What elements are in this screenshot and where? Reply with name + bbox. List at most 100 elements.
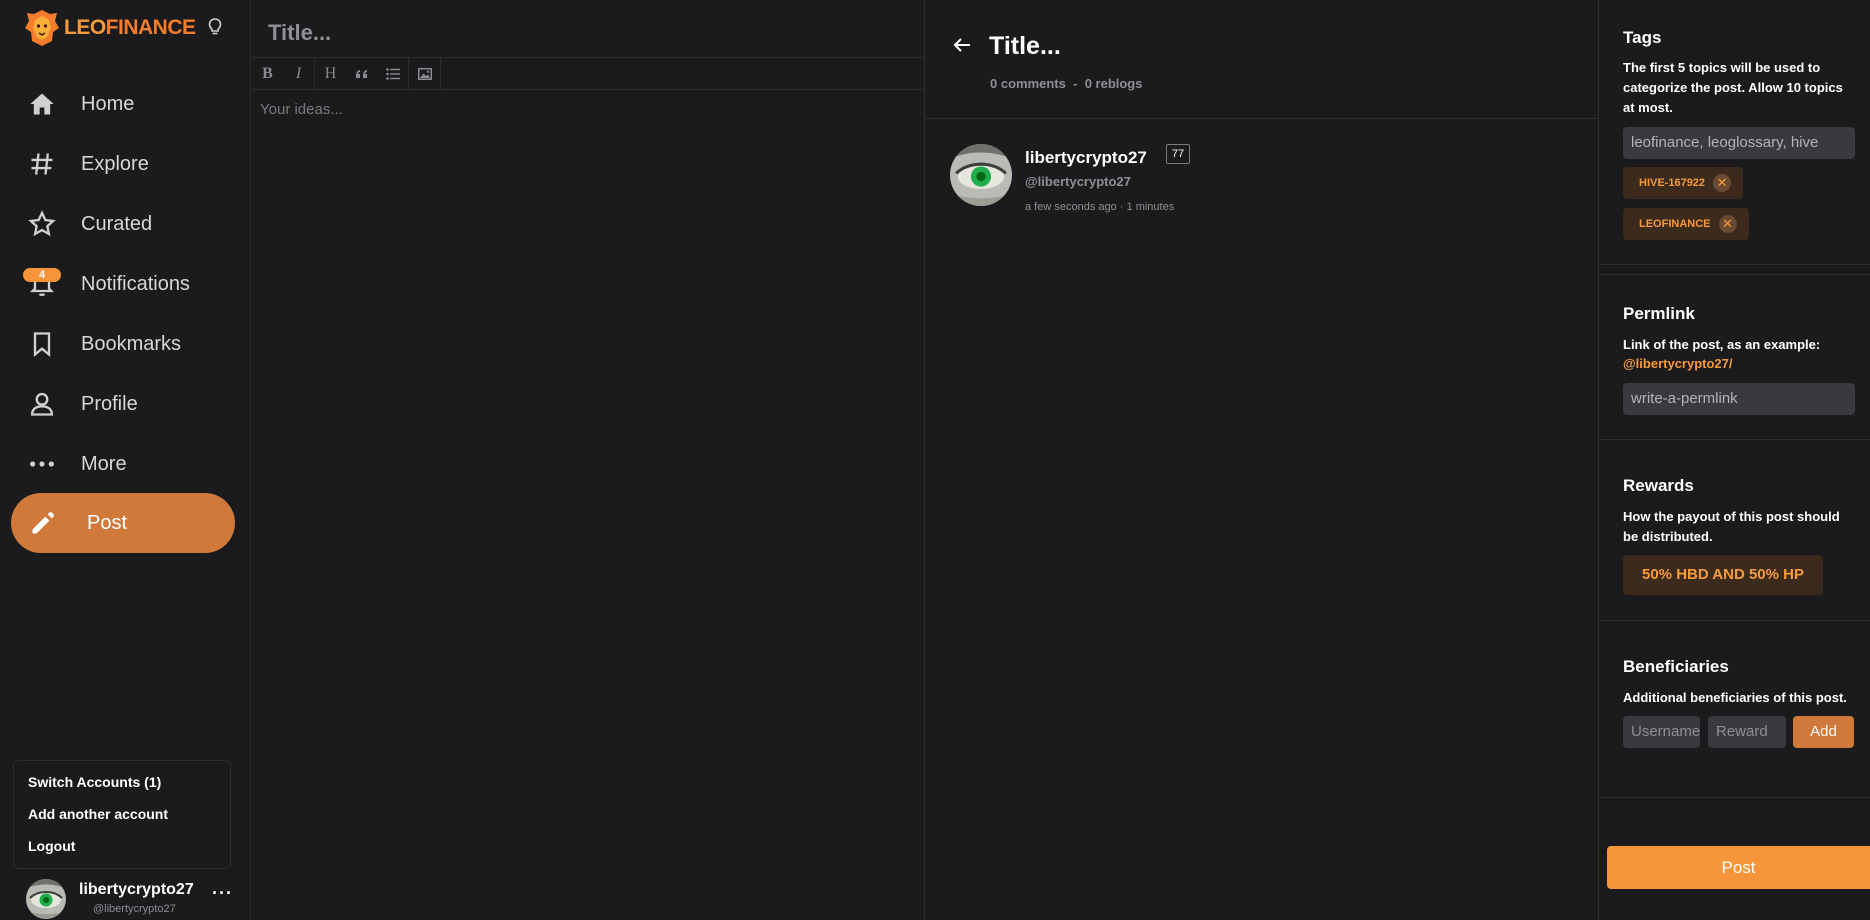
profile-handle: @libertycrypto27 bbox=[93, 903, 176, 915]
tags-section: Tags The first 5 topics will be used to … bbox=[1600, 0, 1870, 265]
rewards-title: Rewards bbox=[1623, 476, 1694, 495]
bookmark-icon bbox=[33, 332, 51, 357]
nav-item-label: Profile bbox=[81, 392, 138, 415]
notification-count-badge: 4 bbox=[23, 268, 61, 282]
author-avatar[interactable] bbox=[950, 144, 1012, 206]
reblogs-count[interactable]: 0 reblogs bbox=[1085, 76, 1143, 91]
author-handle[interactable]: @libertycrypto27 bbox=[1025, 174, 1131, 189]
permlink-section: Permlink Link of the post, as an example… bbox=[1600, 275, 1870, 440]
comments-count[interactable]: 0 comments bbox=[990, 76, 1066, 91]
toolbar-group-media bbox=[409, 58, 441, 89]
profile-name: libertycrypto27 bbox=[79, 881, 194, 898]
nav-item-label: Explore bbox=[81, 152, 149, 175]
heading-icon[interactable]: H bbox=[315, 58, 346, 89]
brand-name-part2: FINANCE bbox=[105, 16, 196, 39]
lion-logo-icon bbox=[25, 10, 59, 46]
quote-glyph bbox=[355, 69, 367, 78]
app-root: LEOFINANCE Home Explore Curated 4 Notifi bbox=[0, 0, 1870, 920]
account-menu: Switch Accounts (1) Add another account … bbox=[13, 760, 231, 869]
nav-item-label: Notifications bbox=[81, 272, 190, 295]
nav-item-more[interactable]: More bbox=[0, 434, 251, 494]
permlink-input[interactable]: write-a-permlink bbox=[1623, 383, 1855, 415]
reward-option-button[interactable]: 50% HBD AND 50% HP bbox=[1623, 555, 1823, 595]
tag-label: LEOFINANCE bbox=[1639, 218, 1711, 230]
permlink-title: Permlink bbox=[1623, 304, 1695, 323]
post-time-ago: a few seconds ago bbox=[1025, 201, 1117, 213]
quote-icon[interactable] bbox=[346, 58, 377, 89]
back-arrow-icon[interactable] bbox=[952, 35, 972, 55]
remove-tag-icon[interactable]: ✕ bbox=[1713, 174, 1732, 192]
post-time: a few seconds ago · 1 minutes bbox=[1025, 201, 1174, 213]
list-icon[interactable] bbox=[377, 58, 408, 89]
preview-stats: 0 comments - 0 reblogs bbox=[990, 76, 1142, 91]
brand-name: LEOFINANCE bbox=[64, 16, 196, 40]
sidebar: LEOFINANCE Home Explore Curated 4 Notifi bbox=[0, 0, 251, 920]
lightbulb-icon[interactable] bbox=[207, 17, 223, 37]
author-name[interactable]: libertycrypto27 bbox=[1025, 148, 1147, 168]
italic-icon[interactable]: I bbox=[283, 58, 314, 89]
permlink-user: @libertycrypto27/ bbox=[1623, 356, 1733, 371]
star-icon bbox=[28, 210, 56, 237]
bold-icon[interactable]: B bbox=[252, 58, 283, 89]
list-glyph bbox=[385, 67, 400, 80]
nav-item-curated[interactable]: Curated bbox=[0, 194, 251, 254]
image-icon[interactable] bbox=[409, 58, 440, 89]
tags-input[interactable]: leofinance, leoglossary, hive bbox=[1623, 127, 1855, 159]
rewards-description: How the payout of this post should be di… bbox=[1623, 509, 1840, 544]
post-button-label: Post bbox=[87, 511, 128, 534]
nav-item-profile[interactable]: Profile bbox=[0, 374, 251, 434]
nav-item-notifications[interactable]: 4 Notifications bbox=[0, 254, 251, 314]
switch-accounts-link[interactable]: Switch Accounts (1) bbox=[28, 775, 230, 807]
eye-avatar-icon bbox=[950, 144, 1012, 206]
pencil-icon bbox=[32, 512, 54, 534]
time-separator: · bbox=[1119, 201, 1124, 213]
tags-description: The first 5 topics will be used to categ… bbox=[1623, 60, 1843, 115]
tags-title: Tags bbox=[1623, 28, 1662, 47]
body-textarea[interactable]: Your ideas... bbox=[260, 101, 343, 118]
stats-separator: - bbox=[1073, 76, 1078, 91]
sidebar-post-button[interactable]: Post bbox=[11, 493, 235, 553]
nav-item-bookmarks[interactable]: Bookmarks bbox=[0, 314, 251, 374]
nav-item-home[interactable]: Home bbox=[0, 74, 251, 134]
rewards-section: Rewards How the payout of this post shou… bbox=[1600, 440, 1870, 621]
section-divider bbox=[1600, 265, 1870, 275]
brand-logo[interactable]: LEOFINANCE bbox=[24, 8, 196, 48]
more-dots-icon bbox=[30, 461, 54, 467]
nav-item-explore[interactable]: Explore bbox=[0, 134, 251, 194]
user-icon bbox=[30, 392, 54, 416]
account-options-icon[interactable]: ··· bbox=[212, 883, 233, 904]
publish-post-button[interactable]: Post bbox=[1607, 846, 1870, 889]
tag-label: HIVE-167922 bbox=[1639, 177, 1706, 189]
beneficiaries-description: Additional beneficiaries of this post. bbox=[1623, 690, 1847, 705]
beneficiaries-title: Beneficiaries bbox=[1623, 657, 1729, 676]
permlink-description: Link of the post, as an example: bbox=[1623, 337, 1821, 352]
post-editor: Title... B I H Your ideas... bbox=[252, 0, 925, 920]
post-settings-panel: Tags The first 5 topics will be used to … bbox=[1600, 0, 1870, 920]
nav-item-label: Bookmarks bbox=[81, 332, 182, 355]
divider bbox=[926, 118, 1599, 119]
reputation-badge: 77 bbox=[1166, 144, 1190, 164]
nav-item-label: Home bbox=[81, 92, 135, 115]
tag-chip: HIVE-167922 ✕ bbox=[1623, 167, 1744, 199]
beneficiary-reward-input[interactable]: Reward bbox=[1708, 716, 1786, 748]
nav-item-label: Curated bbox=[81, 212, 153, 235]
add-beneficiary-button[interactable]: Add bbox=[1793, 716, 1854, 748]
toolbar-group-format: B I bbox=[252, 58, 315, 89]
home-icon bbox=[30, 93, 54, 115]
editor-toolbar: B I H bbox=[252, 57, 925, 90]
tag-chip: LEOFINANCE ✕ bbox=[1623, 208, 1749, 240]
main-nav: Home Explore Curated 4 Notifications Boo… bbox=[0, 74, 251, 494]
beneficiaries-section: Beneficiaries Additional beneficiaries o… bbox=[1600, 621, 1870, 798]
remove-tag-icon[interactable]: ✕ bbox=[1718, 215, 1737, 233]
add-account-link[interactable]: Add another account bbox=[28, 807, 230, 839]
image-glyph bbox=[417, 67, 432, 80]
logout-link[interactable]: Logout bbox=[28, 839, 230, 871]
title-input[interactable]: Title... bbox=[268, 20, 331, 46]
toolbar-group-block: H bbox=[315, 58, 409, 89]
preview-title: Title... bbox=[989, 32, 1061, 60]
avatar bbox=[26, 879, 66, 919]
brand-name-part1: LEO bbox=[64, 16, 106, 39]
beneficiary-username-input[interactable]: Username bbox=[1623, 716, 1700, 748]
hashtag-icon bbox=[31, 153, 53, 175]
current-user[interactable]: libertycrypto27 @libertycrypto27 ··· bbox=[26, 877, 236, 920]
